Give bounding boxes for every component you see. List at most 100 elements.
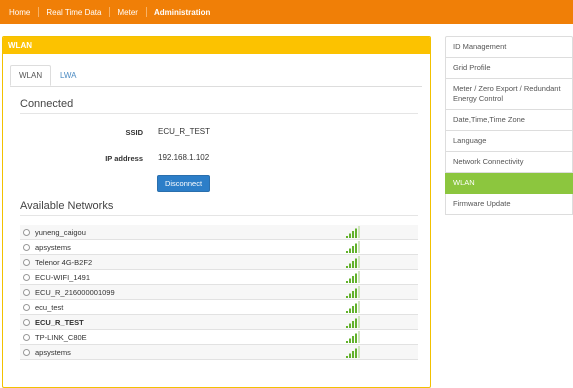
signal-bar	[352, 246, 354, 253]
radio-button[interactable]	[23, 258, 30, 266]
nav-administration[interactable]: Administration	[145, 0, 218, 24]
network-name: ECU_R_TEST	[35, 317, 84, 327]
signal-bar	[355, 243, 357, 253]
wifi-signal-icon	[346, 331, 360, 343]
network-row[interactable]: ecu_test	[20, 300, 418, 315]
signal-bar	[355, 303, 357, 313]
network-name: ECU_R_216000001099	[35, 287, 115, 297]
sidebar-item-network-connectivity[interactable]: Network Connectivity	[445, 152, 573, 173]
radio-button[interactable]	[23, 348, 30, 356]
wifi-signal-icon	[346, 286, 360, 298]
disconnect-button[interactable]: Disconnect	[157, 175, 210, 192]
wifi-signal-icon	[346, 226, 360, 238]
sidebar-item-grid-profile[interactable]: Grid Profile	[445, 58, 573, 79]
signal-bar	[346, 251, 348, 253]
ip-address-value: 192.168.1.102	[158, 153, 210, 162]
signal-bar	[358, 346, 360, 358]
radio-button[interactable]	[23, 243, 30, 251]
wifi-signal-icon	[346, 316, 360, 328]
signal-bar	[346, 266, 348, 268]
network-row[interactable]: yuneng_caigou	[20, 225, 418, 240]
network-name: Telenor 4G-B2F2	[35, 257, 93, 267]
radio-button[interactable]	[23, 273, 30, 281]
network-name: TP-LINK_C80E	[35, 332, 87, 342]
radio-button[interactable]	[23, 333, 30, 341]
radio-button[interactable]	[23, 318, 30, 326]
signal-bar	[355, 333, 357, 343]
signal-bar	[346, 296, 348, 298]
network-name: yuneng_caigou	[35, 227, 86, 237]
divider	[20, 215, 418, 216]
sidebar-item-firmware-update[interactable]: Firmware Update	[445, 194, 573, 215]
signal-bar	[352, 231, 354, 238]
signal-bar	[349, 338, 351, 343]
signal-bar	[358, 301, 360, 313]
radio-button[interactable]	[23, 228, 30, 236]
nav-meter[interactable]: Meter	[109, 0, 145, 24]
network-row[interactable]: ECU-WIFI_1491	[20, 270, 418, 285]
network-list: yuneng_caigou apsystems Telenor 4G-B2F2 …	[20, 225, 418, 360]
signal-bar	[352, 321, 354, 328]
nav-real-time-data[interactable]: Real Time Data	[38, 0, 109, 24]
sidebar-item-language[interactable]: Language	[445, 131, 573, 152]
network-row[interactable]: TP-LINK_C80E	[20, 330, 418, 345]
signal-bar	[355, 273, 357, 283]
network-name: apsystems	[35, 242, 71, 252]
sidebar-item-id-management[interactable]: ID Management	[445, 36, 573, 58]
wlan-panel: WLAN WLAN LWA Connected SSID ECU_R_TEST …	[2, 36, 431, 388]
signal-bar	[349, 308, 351, 313]
signal-bar	[346, 326, 348, 328]
signal-bar	[346, 311, 348, 313]
divider	[20, 113, 418, 114]
ssid-value: ECU_R_TEST	[158, 127, 211, 136]
network-name: apsystems	[35, 347, 71, 357]
signal-bar	[349, 248, 351, 253]
signal-bar	[346, 341, 348, 343]
signal-bar	[352, 336, 354, 343]
signal-bar	[346, 281, 348, 283]
network-row[interactable]: Telenor 4G-B2F2	[20, 255, 418, 270]
signal-bar	[355, 288, 357, 298]
signal-bar	[358, 286, 360, 298]
signal-bar	[349, 353, 351, 358]
signal-bar	[349, 323, 351, 328]
network-name: ecu_test	[35, 302, 64, 312]
available-networks-heading: Available Networks	[20, 200, 114, 212]
panel-title: WLAN	[3, 37, 430, 54]
tab-lwa[interactable]: LWA	[52, 65, 84, 86]
wifi-signal-icon	[346, 256, 360, 268]
nav-home[interactable]: Home	[0, 0, 38, 24]
wifi-signal-icon	[346, 346, 360, 358]
signal-bar	[358, 256, 360, 268]
signal-bar	[352, 351, 354, 358]
signal-bar	[352, 261, 354, 268]
signal-bar	[358, 331, 360, 343]
signal-bar	[349, 233, 351, 238]
signal-bar	[352, 291, 354, 298]
ip-address-label: IP address	[105, 154, 143, 163]
network-row[interactable]: ECU_R_216000001099	[20, 285, 418, 300]
signal-bar	[358, 226, 360, 238]
signal-bar	[355, 258, 357, 268]
connected-heading: Connected	[20, 98, 74, 110]
signal-bar	[346, 236, 348, 238]
tab-bar: WLAN LWA	[10, 65, 422, 87]
signal-bar	[355, 228, 357, 238]
wifi-signal-icon	[346, 301, 360, 313]
signal-bar	[355, 318, 357, 328]
radio-button[interactable]	[23, 303, 30, 311]
sidebar-item-meter-zero-export[interactable]: Meter / Zero Export / Redundant Energy C…	[445, 79, 573, 110]
ssid-label: SSID	[125, 128, 143, 137]
wifi-signal-icon	[346, 241, 360, 253]
top-navigation-bar: Home Real Time Data Meter Administration	[0, 0, 573, 24]
radio-button[interactable]	[23, 288, 30, 296]
tab-wlan[interactable]: WLAN	[10, 65, 52, 86]
network-row[interactable]: apsystems	[20, 240, 418, 255]
sidebar-item-wlan[interactable]: WLAN	[445, 173, 573, 194]
network-row[interactable]: apsystems	[20, 345, 418, 360]
signal-bar	[352, 306, 354, 313]
signal-bar	[358, 241, 360, 253]
signal-bar	[352, 276, 354, 283]
network-row-connected[interactable]: ECU_R_TEST	[20, 315, 418, 330]
sidebar-item-date-time[interactable]: Date,Time,Time Zone	[445, 110, 573, 131]
